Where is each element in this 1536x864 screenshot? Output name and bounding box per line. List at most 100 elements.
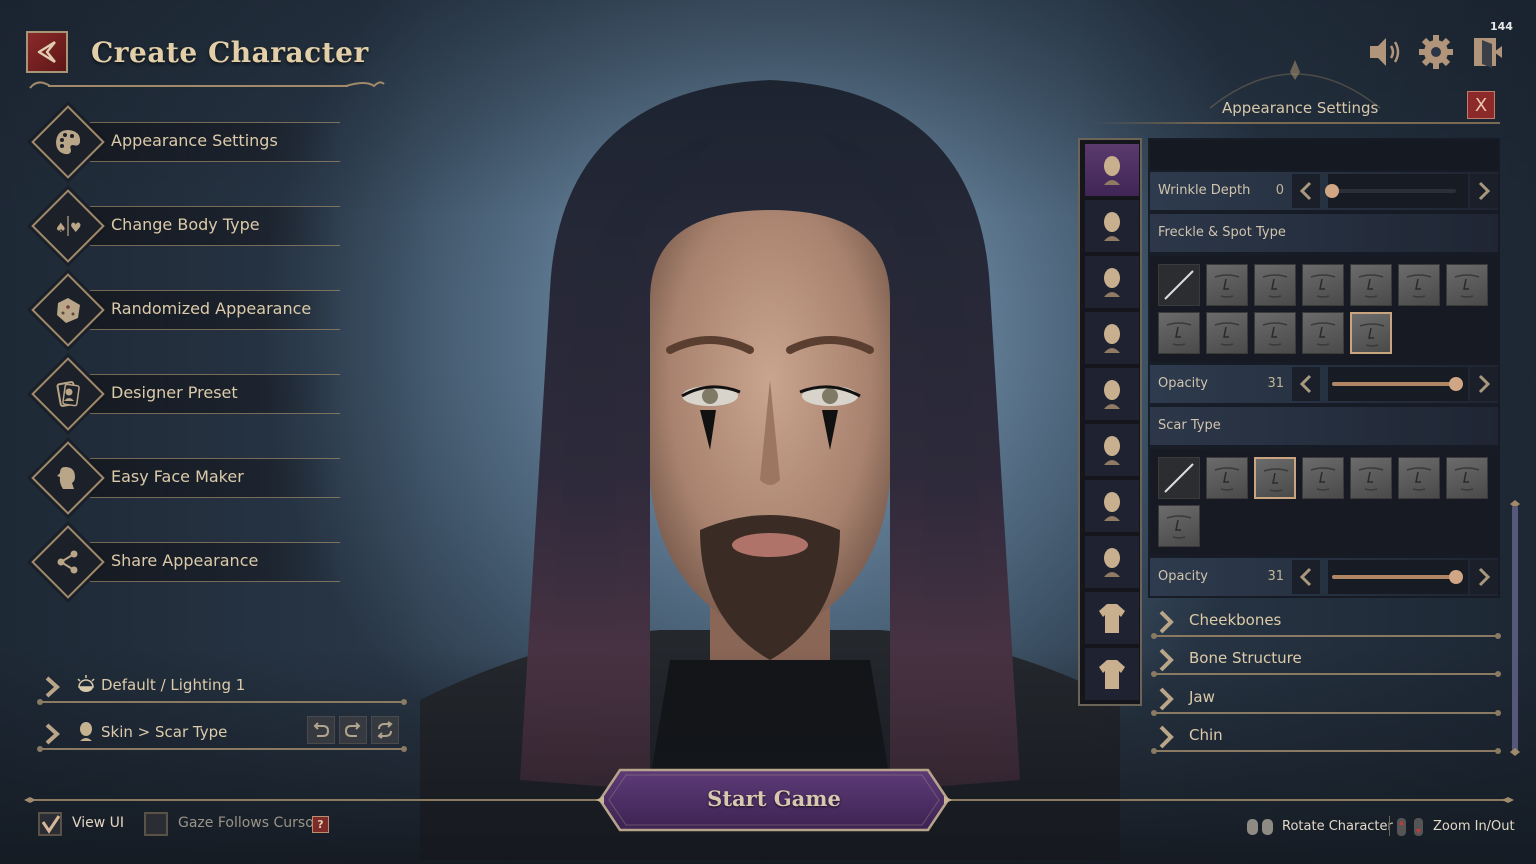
category-face-paint[interactable] (1085, 480, 1139, 532)
help-button[interactable]: ? (312, 816, 329, 833)
freckle-option[interactable] (1158, 312, 1200, 354)
menu-randomized-appearance[interactable]: Randomized Appearance (31, 273, 376, 347)
menu-designer-preset[interactable]: Designer Preset (31, 357, 376, 431)
gaze-follows-cursor-checkbox[interactable] (144, 812, 168, 836)
face-paint-icon (1104, 492, 1120, 521)
menu-easy-face-maker[interactable]: Easy Face Maker (31, 441, 376, 515)
scar-option[interactable] (1398, 457, 1440, 499)
freckle-option[interactable] (1446, 264, 1488, 306)
freckle-option[interactable] (1350, 312, 1392, 354)
exit-button[interactable] (1468, 32, 1508, 72)
scar-option[interactable] (1158, 505, 1200, 547)
category-eyes[interactable] (1085, 256, 1139, 308)
breadcrumb-path: Skin > Scar Type (101, 723, 228, 741)
panel-title: Appearance Settings (1222, 99, 1379, 117)
scar-opacity-slider[interactable] (1332, 570, 1463, 584)
category-nose[interactable] (1085, 312, 1139, 364)
category-eyebrows[interactable] (1085, 200, 1139, 252)
scar-section-header: Scar Type (1150, 407, 1498, 445)
menu-share-appearance[interactable]: Share Appearance (31, 525, 376, 599)
section-chin[interactable]: Chin (1150, 717, 1502, 755)
freckle-option[interactable] (1350, 264, 1392, 306)
wrinkle-increment-button[interactable] (1470, 174, 1498, 208)
reset-icon (377, 721, 393, 739)
nose-icon (1104, 324, 1120, 353)
character-portrait (420, 80, 1120, 860)
view-ui-checkbox[interactable] (38, 812, 62, 836)
menu-label: Designer Preset (111, 383, 238, 402)
freckle-option[interactable] (1254, 312, 1296, 354)
freckle-option[interactable] (1206, 312, 1248, 354)
category-ears[interactable] (1085, 424, 1139, 476)
face-thumbnail-icon (1310, 274, 1336, 298)
face-thumbnail-icon (1310, 467, 1336, 491)
panel-close-button[interactable]: X (1467, 91, 1495, 119)
freckle-option[interactable] (1206, 264, 1248, 306)
freckle-option[interactable] (1302, 264, 1344, 306)
category-body[interactable] (1085, 592, 1139, 644)
gear-icon (1419, 35, 1453, 69)
category-face-shape[interactable] (1085, 144, 1139, 196)
checkmark-icon (41, 815, 61, 834)
face-thumbnail-icon (1310, 322, 1336, 346)
category-mouth[interactable] (1085, 368, 1139, 420)
scar-opacity-decrement[interactable] (1292, 560, 1320, 594)
section-cheekbones[interactable]: Cheekbones (1150, 602, 1502, 640)
menu-change-body-type[interactable]: ♠ ♥ Change Body Type (31, 189, 376, 263)
freckle-option[interactable] (1302, 312, 1344, 354)
scar-option[interactable] (1446, 457, 1488, 499)
exit-door-icon (1474, 38, 1502, 68)
character-viewport[interactable] (420, 60, 1120, 860)
slider-thumb[interactable] (1325, 184, 1339, 198)
scar-option[interactable] (1302, 457, 1344, 499)
section-bone-structure[interactable]: Bone Structure (1150, 640, 1502, 678)
freckle-opacity-decrement[interactable] (1292, 367, 1320, 401)
divider-line (1151, 748, 1501, 754)
portrait-card-icon (50, 376, 86, 412)
face-thumbnail-icon (1262, 274, 1288, 298)
chevron-left-icon (1299, 374, 1312, 394)
redo-button[interactable] (339, 716, 367, 744)
freckle-opacity-increment[interactable] (1470, 367, 1498, 401)
scrollbar-cap-bottom (1510, 748, 1520, 756)
slider-thumb[interactable] (1449, 377, 1463, 391)
chevron-right-icon (1159, 687, 1174, 711)
freckle-none-option[interactable] (1158, 264, 1200, 306)
section-jaw[interactable]: Jaw (1150, 679, 1502, 717)
ears-icon (1104, 436, 1120, 465)
face-thumbnail-icon (1359, 323, 1385, 347)
lighting-selector[interactable]: Default / Lighting 1 (36, 666, 408, 706)
category-hair[interactable] (1085, 536, 1139, 588)
undo-button[interactable] (307, 716, 335, 744)
divider-line (1151, 633, 1501, 639)
wrinkle-depth-slider[interactable] (1325, 184, 1456, 198)
back-button[interactable] (26, 31, 68, 73)
scar-option[interactable] (1254, 457, 1296, 499)
scar-option[interactable] (1206, 457, 1248, 499)
menu-appearance-settings[interactable]: Appearance Settings (31, 105, 376, 179)
rotate-hint: Rotate Character (1282, 819, 1393, 834)
slider-thumb[interactable] (1449, 570, 1463, 584)
start-game-button[interactable]: Start Game (596, 766, 952, 834)
panel-scrollbar[interactable] (1512, 506, 1518, 752)
settings-button[interactable] (1416, 32, 1456, 72)
face-thumbnail-icon (1454, 274, 1480, 298)
freckle-option[interactable] (1398, 264, 1440, 306)
scar-none-option[interactable] (1158, 457, 1200, 499)
menu-label: Easy Face Maker (111, 467, 244, 486)
freckle-option[interactable] (1254, 264, 1296, 306)
category-outfit[interactable] (1085, 648, 1139, 700)
chevron-right-icon (45, 676, 60, 698)
face-shape-icon (1104, 156, 1120, 185)
scar-opacity-increment[interactable] (1470, 560, 1498, 594)
spade-heart-icon: ♠ ♥ (50, 208, 86, 244)
svg-text:♥: ♥ (70, 221, 82, 236)
eyes-icon (1104, 268, 1120, 297)
scar-option[interactable] (1350, 457, 1392, 499)
freckle-opacity-value: 31 (1267, 376, 1284, 391)
chevron-left-icon (1299, 181, 1312, 201)
reset-button[interactable] (371, 716, 399, 744)
wrinkle-decrement-button[interactable] (1292, 174, 1320, 208)
freckle-opacity-slider[interactable] (1332, 377, 1463, 391)
eyebrows-icon (1104, 212, 1120, 241)
